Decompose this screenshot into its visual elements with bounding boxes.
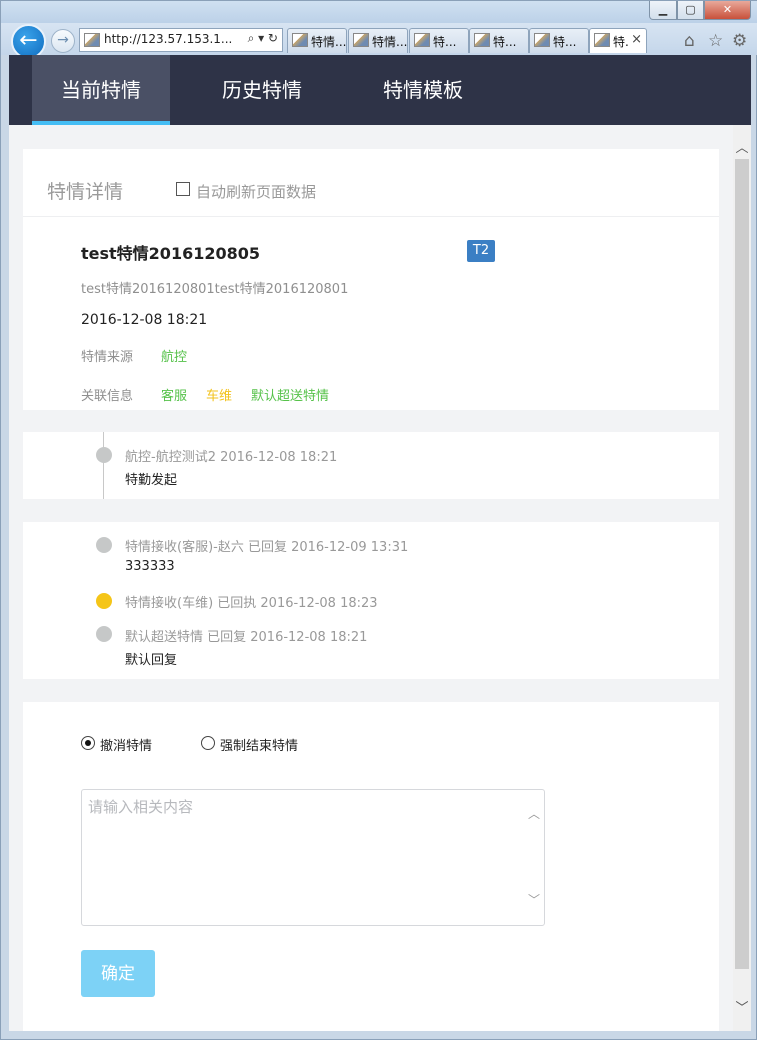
timeline-heading: 特情接收(车维) 已回执 2016-12-08 18:23 xyxy=(125,596,378,611)
tab-favicon-icon xyxy=(292,33,308,47)
force-end-radio[interactable] xyxy=(201,736,215,750)
scroll-thumb[interactable] xyxy=(735,159,749,969)
timeline-dot xyxy=(96,537,112,553)
browser-tab[interactable]: 特情... xyxy=(287,28,347,53)
tab-label: 特. xyxy=(613,35,629,49)
back-arrow-icon[interactable]: ← xyxy=(11,24,46,59)
tab-favicon-icon xyxy=(474,33,490,47)
auto-refresh-checkbox[interactable] xyxy=(176,182,190,196)
tab-favicon-icon xyxy=(353,33,369,47)
force-end-label[interactable]: 强制结束特情 xyxy=(220,735,298,754)
event-detail-card: 特情详情 自动刷新页面数据 test特情2016120805 T2 test特情… xyxy=(23,149,719,410)
timeline-line xyxy=(103,432,104,499)
cancel-event-radio[interactable] xyxy=(81,736,95,750)
timeline-dot xyxy=(96,626,112,642)
forward-arrow-icon[interactable]: → xyxy=(51,29,75,53)
textarea-scrollbar[interactable]: ︿ ﹀ xyxy=(525,791,543,924)
auto-refresh-label[interactable]: 自动刷新页面数据 xyxy=(196,181,316,202)
tab-history-events[interactable]: 历史特情 xyxy=(193,55,331,125)
address-bar[interactable]: http://123.57.153.1... ⌕ ▾ ↻ xyxy=(79,28,283,52)
tab-label: 特... xyxy=(493,35,517,49)
timeline-body: 特勤发起 xyxy=(125,473,178,488)
title-bar: ▁ ▢ ✕ xyxy=(1,1,757,23)
reply-timeline-card: 特情接收(客服)-赵六 已回复 2016-12-09 13:31 333333 … xyxy=(23,522,719,679)
related-tag: 默认超送特情 xyxy=(251,389,330,404)
page-scrollbar[interactable]: ︿ ﹀ xyxy=(733,125,751,1031)
timeline-heading: 特情接收(客服)-赵六 已回复 2016-12-09 13:31 xyxy=(125,540,409,555)
browser-tab-active[interactable]: 特. × xyxy=(589,28,647,53)
page-viewport: 当前特情 历史特情 特情模板 特情详情 自动刷新页面数据 test特情20161… xyxy=(9,55,751,1031)
browser-tab[interactable]: 特... xyxy=(469,28,529,53)
minimize-button[interactable]: ▁ xyxy=(649,1,677,20)
tab-current-events[interactable]: 当前特情 xyxy=(32,55,170,125)
scroll-down-icon[interactable]: ﹀ xyxy=(733,997,751,1016)
timeline-heading: 默认超送特情 已回复 2016-12-08 18:21 xyxy=(125,630,368,645)
tab-label: 特情... xyxy=(311,35,347,49)
cancel-event-label[interactable]: 撤消特情 xyxy=(100,735,152,754)
browser-tab[interactable]: 特... xyxy=(409,28,469,53)
tab-label: 特... xyxy=(553,35,577,49)
app-nav-bar: 当前特情 历史特情 特情模板 xyxy=(9,55,751,125)
content-textarea[interactable] xyxy=(81,789,545,926)
timeline-body: 默认回复 xyxy=(125,653,178,668)
level-badge: T2 xyxy=(467,240,495,262)
source-value: 航控 xyxy=(161,350,188,365)
gear-icon[interactable]: ⚙ xyxy=(732,31,747,51)
confirm-button[interactable]: 确定 xyxy=(81,950,155,997)
browser-toolbar: ← → http://123.57.153.1... ⌕ ▾ ↻ 特情... 特… xyxy=(1,23,757,59)
related-tag: 客服 xyxy=(161,389,188,404)
browser-tab[interactable]: 特情... xyxy=(348,28,408,53)
timeline-body: 333333 xyxy=(125,559,175,574)
address-controls[interactable]: ⌕ ▾ ↻ xyxy=(248,31,278,46)
page-title: 特情详情 xyxy=(47,181,124,203)
related-tag: 车维 xyxy=(206,389,233,404)
tab-favicon-icon xyxy=(414,33,430,47)
event-name: test特情2016120805 xyxy=(81,244,261,263)
star-icon[interactable]: ☆ xyxy=(708,31,723,51)
timeline-dot xyxy=(96,447,112,463)
close-tab-icon[interactable]: × xyxy=(631,32,642,47)
main-content: 特情详情 自动刷新页面数据 test特情2016120805 T2 test特情… xyxy=(9,125,733,1031)
chevron-up-icon[interactable]: ︿ xyxy=(525,805,543,822)
tab-label: 特... xyxy=(433,35,457,49)
close-window-button[interactable]: ✕ xyxy=(704,1,751,20)
page-favicon-icon xyxy=(84,33,100,47)
tab-label: 特情... xyxy=(372,35,408,49)
event-time: 2016-12-08 18:21 xyxy=(81,312,208,328)
action-card: 撤消特情 强制结束特情 ︿ ﹀ 确定 xyxy=(23,702,719,1031)
timeline-dot-pending xyxy=(96,593,112,609)
tab-event-templates[interactable]: 特情模板 xyxy=(354,55,492,125)
source-label: 特情来源 xyxy=(81,350,134,365)
home-icon[interactable]: ⌂ xyxy=(684,31,695,51)
timeline-heading: 航控-航控测试2 2016-12-08 18:21 xyxy=(125,450,338,465)
tab-favicon-icon xyxy=(594,33,610,47)
maximize-button[interactable]: ▢ xyxy=(677,1,704,20)
related-label: 关联信息 xyxy=(81,389,134,404)
detail-header: 特情详情 自动刷新页面数据 xyxy=(23,149,719,217)
event-description: test特情2016120801test特情2016120801 xyxy=(81,282,349,297)
tab-favicon-icon xyxy=(534,33,550,47)
browser-tab[interactable]: 特... xyxy=(529,28,589,53)
scroll-up-icon[interactable]: ︿ xyxy=(733,137,751,156)
browser-window: ▁ ▢ ✕ ← → http://123.57.153.1... ⌕ ▾ ↻ 特… xyxy=(0,0,757,1040)
address-url[interactable]: http://123.57.153.1... xyxy=(104,32,232,46)
chevron-down-icon[interactable]: ﹀ xyxy=(525,891,543,908)
origin-timeline-card: 航控-航控测试2 2016-12-08 18:21 特勤发起 xyxy=(23,432,719,499)
